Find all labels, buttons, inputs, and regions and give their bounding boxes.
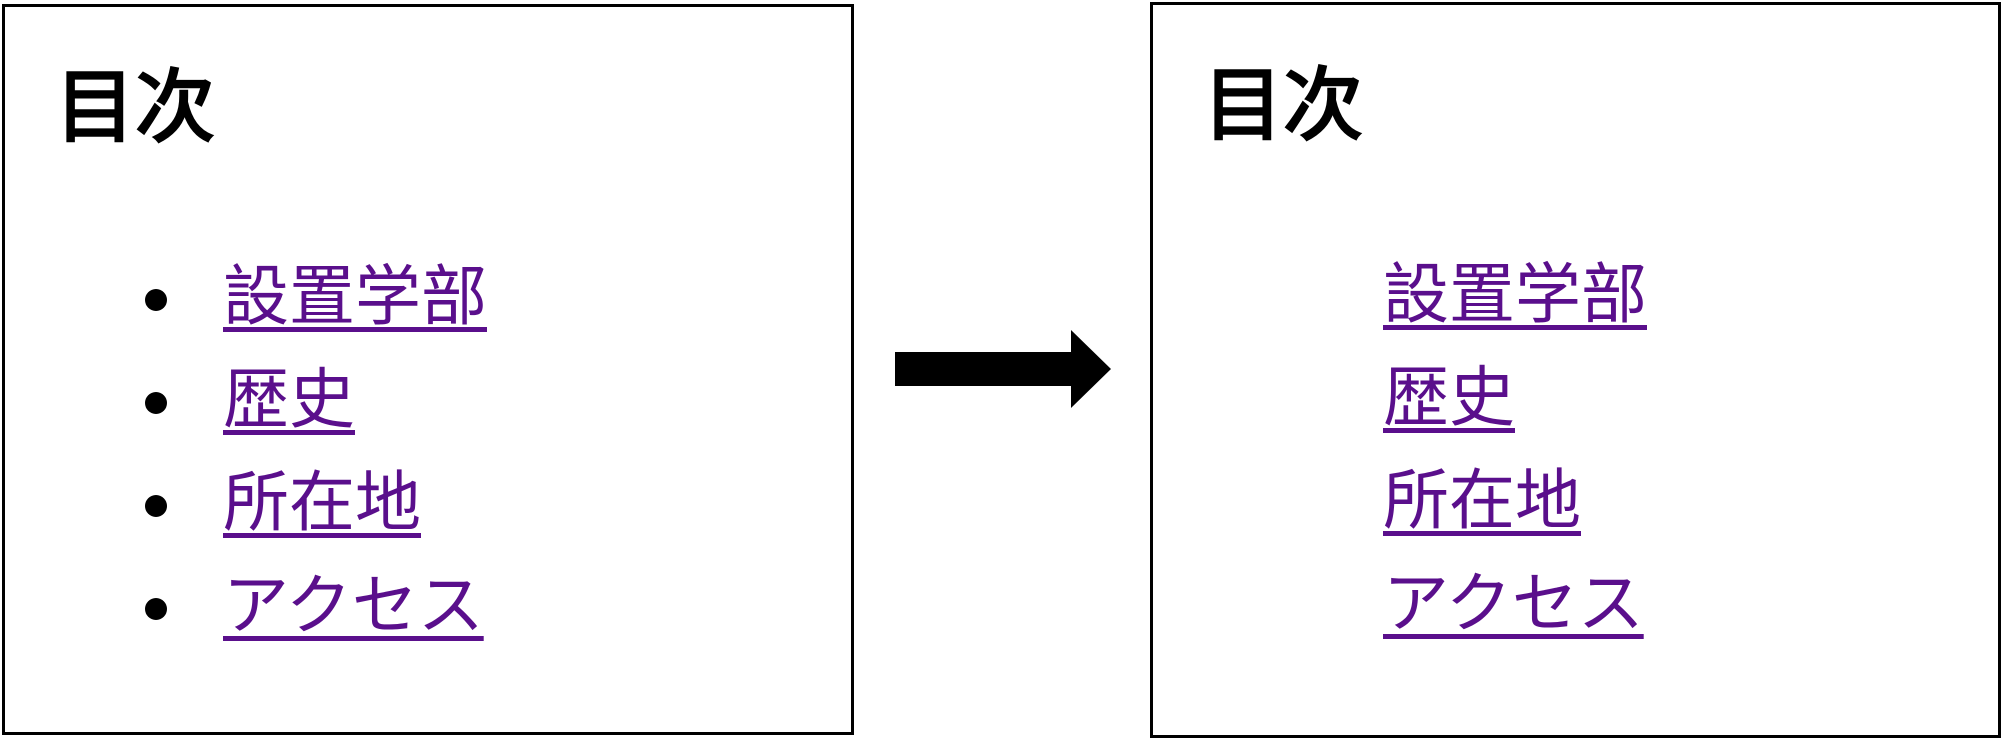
toc-title: 目次 bbox=[55, 61, 215, 154]
list-item: 歴史 bbox=[145, 356, 487, 459]
toc-link-history[interactable]: 歴史 bbox=[1383, 354, 1515, 442]
list-item: 設置学部 bbox=[1383, 251, 1647, 354]
toc-link-location[interactable]: 所在地 bbox=[1383, 457, 1581, 545]
bullet-icon bbox=[145, 598, 167, 620]
toc-list: 設置学部 歴史 所在地 アクセス bbox=[1383, 251, 1647, 663]
before-panel: 目次 設置学部 歴史 所在地 アクセス bbox=[2, 4, 854, 735]
bullet-icon bbox=[145, 392, 167, 414]
bullet-icon bbox=[145, 289, 167, 311]
list-item: アクセス bbox=[145, 562, 487, 665]
bullet-icon bbox=[145, 495, 167, 517]
toc-link-faculties[interactable]: 設置学部 bbox=[1383, 251, 1647, 339]
toc-link-faculties[interactable]: 設置学部 bbox=[223, 253, 487, 341]
toc-link-access[interactable]: アクセス bbox=[223, 562, 484, 650]
list-item: 設置学部 bbox=[145, 253, 487, 356]
right-arrow-icon bbox=[895, 330, 1111, 408]
toc-link-history[interactable]: 歴史 bbox=[223, 356, 355, 444]
after-panel: 目次 設置学部 歴史 所在地 アクセス bbox=[1150, 2, 2001, 738]
toc-list: 設置学部 歴史 所在地 アクセス bbox=[145, 253, 487, 665]
list-item: 歴史 bbox=[1383, 354, 1647, 457]
list-item: 所在地 bbox=[145, 459, 487, 562]
list-item: 所在地 bbox=[1383, 457, 1647, 560]
toc-link-location[interactable]: 所在地 bbox=[223, 459, 421, 547]
toc-title: 目次 bbox=[1203, 59, 1363, 152]
arrow-shape bbox=[895, 330, 1111, 408]
toc-link-access[interactable]: アクセス bbox=[1383, 560, 1644, 648]
list-item: アクセス bbox=[1383, 560, 1647, 663]
